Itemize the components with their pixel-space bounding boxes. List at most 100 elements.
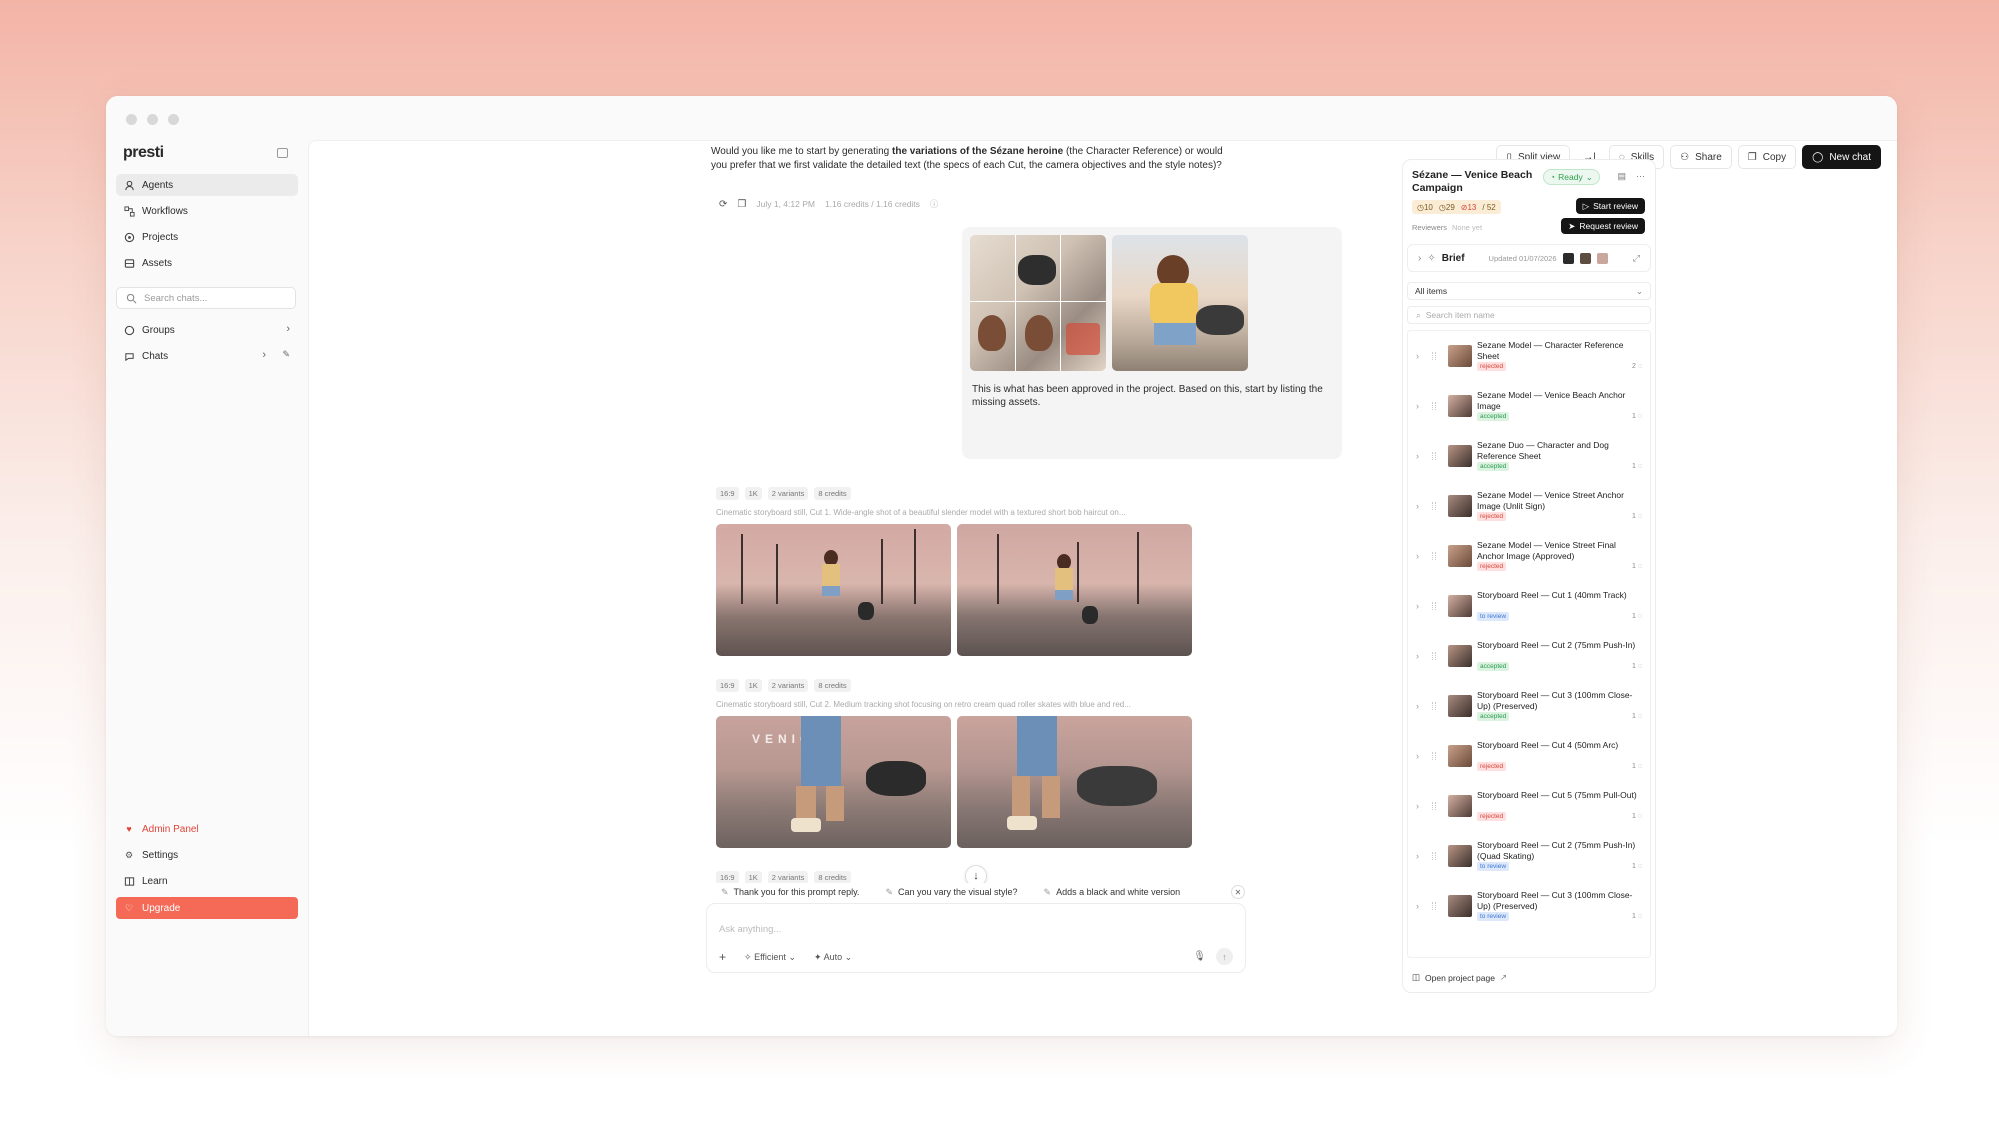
chevron-right-icon[interactable]: › — [1416, 351, 1419, 361]
generated-image[interactable] — [957, 716, 1192, 848]
generated-image[interactable] — [957, 524, 1192, 656]
drag-handle-icon[interactable] — [1432, 602, 1436, 610]
item-row[interactable]: › Sezane Model — Character Reference Shee… — [1408, 331, 1650, 381]
add-icon[interactable]: + — [719, 950, 726, 964]
app-window: presti Agents Workflows Projects Assets … — [106, 96, 1897, 1036]
chevron-down-icon: ⌄ — [1585, 171, 1593, 182]
collapse-sidebar-icon[interactable] — [277, 148, 288, 158]
drag-handle-icon[interactable] — [1432, 902, 1436, 910]
item-row[interactable]: › Storyboard Reel — Cut 3 (100mm Close-Up… — [1408, 681, 1650, 731]
item-comment-count: 1 ◌ — [1631, 563, 1642, 570]
chevron-right-icon[interactable]: › — [1416, 901, 1419, 911]
generated-image[interactable] — [716, 524, 951, 656]
reference-sheet-image[interactable] — [970, 235, 1106, 371]
generation-prompt[interactable]: Cinematic storyboard still, Cut 2. Mediu… — [716, 700, 1196, 709]
request-review-button[interactable]: ➤ Request review — [1561, 218, 1645, 234]
item-row[interactable]: › Sezane Duo — Character and Dog Referenc… — [1408, 431, 1650, 481]
chevron-right-icon[interactable]: › — [1416, 651, 1419, 661]
new-chat-button[interactable]: ◯ New chat — [1802, 145, 1881, 169]
suggestion-chip[interactable]: ✎ Can you vary the visual style? — [877, 887, 1025, 898]
drag-handle-icon[interactable] — [1432, 402, 1436, 410]
sidebar-item-settings[interactable]: ⚙ Settings — [116, 844, 298, 866]
app-logo[interactable]: presti — [123, 144, 164, 162]
item-row[interactable]: › Storyboard Reel — Cut 2 (75mm Push-In) a… — [1408, 631, 1650, 681]
more-icon[interactable]: ⋯ — [1636, 171, 1645, 182]
expand-icon[interactable]: ⤢ — [1633, 253, 1640, 264]
sidebar-item-agents[interactable]: Agents — [116, 174, 298, 196]
drag-handle-icon[interactable] — [1432, 702, 1436, 710]
microphone-icon[interactable]: 🎙 — [1193, 951, 1206, 962]
mode-selector[interactable]: ✧ Efficient ⌄ — [744, 952, 796, 963]
chevron-right-icon[interactable]: › — [1416, 551, 1419, 561]
share-button[interactable]: ⚇ Share — [1670, 145, 1732, 169]
send-button[interactable]: ↑ — [1216, 948, 1233, 965]
item-comment-count: 1 ◌ — [1631, 463, 1642, 470]
item-row[interactable]: › Sezane Model — Venice Beach Anchor Imag… — [1408, 381, 1650, 431]
drag-handle-icon[interactable] — [1432, 852, 1436, 860]
chevron-right-icon[interactable]: › — [1416, 601, 1419, 611]
generation-prompt[interactable]: Cinematic storyboard still, Cut 1. Wide-… — [716, 508, 1196, 517]
composer-actions: 🎙 ↑ — [1193, 948, 1233, 965]
chevron-right-icon[interactable]: › — [1416, 851, 1419, 861]
chevron-right-icon[interactable]: › — [286, 323, 290, 335]
chevron-right-icon[interactable]: › — [1416, 401, 1419, 411]
item-status-badge: rejected — [1477, 362, 1507, 371]
chevron-right-icon[interactable]: › — [1416, 451, 1419, 461]
sidebar-item-chats[interactable]: Chats › ✎ — [116, 345, 298, 367]
chevron-right-icon[interactable]: › — [262, 349, 266, 361]
open-project-page-link[interactable]: ◫ Open project page ↗ — [1412, 972, 1507, 983]
copy-message-icon[interactable]: ❐ — [737, 199, 746, 210]
chevron-right-icon[interactable]: › — [1416, 701, 1419, 711]
composer-placeholder[interactable]: Ask anything... — [719, 924, 781, 935]
send-icon: ➤ — [1568, 220, 1576, 231]
upgrade-button[interactable]: ♡ Upgrade — [116, 897, 298, 919]
items-filter-select[interactable]: All items ⌄ — [1407, 282, 1651, 300]
item-row[interactable]: › Sezane Model — Venice Street Anchor Ima… — [1408, 481, 1650, 531]
chevron-right-icon[interactable]: › — [1416, 801, 1419, 811]
drag-handle-icon[interactable] — [1432, 652, 1436, 660]
drag-handle-icon[interactable] — [1432, 802, 1436, 810]
anchor-image[interactable] — [1112, 235, 1248, 371]
suggestion-chip[interactable]: ✎ Adds a black and white version — [1036, 887, 1189, 898]
chat-composer: Ask anything... + ✧ Efficient ⌄ ✦ Auto ⌄… — [706, 903, 1246, 973]
chevron-right-icon[interactable]: › — [1416, 501, 1419, 511]
stat-review: ◷29 — [1438, 202, 1455, 212]
assistant-message: Would you like me to start by generating… — [711, 145, 1231, 173]
brief-section[interactable]: › ✧ Brief Updated 01/07/2026 ⤢ — [1407, 244, 1651, 272]
info-icon[interactable]: ⓘ — [930, 198, 939, 210]
sidebar-item-groups[interactable]: Groups › — [116, 319, 298, 341]
status-badge[interactable]: ◔ Ready ⌄ — [1543, 169, 1600, 185]
search-chats-input[interactable]: Search chats... — [116, 287, 296, 309]
start-review-button[interactable]: ▷ Start review — [1575, 198, 1645, 214]
regenerate-icon[interactable]: ⟳ — [719, 199, 727, 210]
sidebar-item-projects[interactable]: Projects — [116, 226, 298, 248]
sidebar-item-admin-panel[interactable]: ♥ Admin Panel — [116, 818, 298, 840]
drag-handle-icon[interactable] — [1432, 502, 1436, 510]
sidebar-item-assets[interactable]: Assets — [116, 252, 298, 274]
close-suggestions-icon[interactable]: ✕ — [1231, 885, 1245, 899]
drag-handle-icon[interactable] — [1432, 452, 1436, 460]
item-row[interactable]: › Storyboard Reel — Cut 5 (75mm Pull-Out)… — [1408, 781, 1650, 831]
layout-icon[interactable]: ▤ — [1617, 171, 1626, 182]
generated-image[interactable]: VENICE — [716, 716, 951, 848]
sidebar-item-learn[interactable]: Learn — [116, 870, 298, 892]
item-row[interactable]: › Storyboard Reel — Cut 2 (75mm Push-In) … — [1408, 831, 1650, 881]
suggestion-chip[interactable]: ✎ Thank you for this prompt reply. — [713, 887, 867, 898]
item-row[interactable]: › Storyboard Reel — Cut 4 (50mm Arc) rejec… — [1408, 731, 1650, 781]
drag-handle-icon[interactable] — [1432, 352, 1436, 360]
window-controls[interactable] — [126, 114, 179, 125]
item-name: Storyboard Reel — Cut 2 (75mm Push-In) — [1477, 640, 1636, 650]
item-search-input[interactable]: ⌕ Search item name — [1407, 306, 1651, 324]
drag-handle-icon[interactable] — [1432, 552, 1436, 560]
model-selector[interactable]: ✦ Auto ⌄ — [814, 952, 852, 963]
item-row[interactable]: › Storyboard Reel — Cut 3 (100mm Close-Up… — [1408, 881, 1650, 931]
drag-handle-icon[interactable] — [1432, 752, 1436, 760]
chevron-right-icon[interactable]: › — [1416, 751, 1419, 761]
sidebar-item-workflows[interactable]: Workflows — [116, 200, 298, 222]
copy-button[interactable]: ❐ Copy — [1737, 145, 1797, 169]
item-name: Sezane Model — Character Reference Sheet — [1477, 340, 1624, 361]
item-row[interactable]: › Storyboard Reel — Cut 1 (40mm Track) to … — [1408, 581, 1650, 631]
item-row[interactable]: › Sezane Model — Venice Street Final Anch… — [1408, 531, 1650, 581]
item-comment-count: 1 ◌ — [1631, 713, 1642, 720]
new-chat-icon[interactable]: ✎ — [282, 349, 290, 360]
